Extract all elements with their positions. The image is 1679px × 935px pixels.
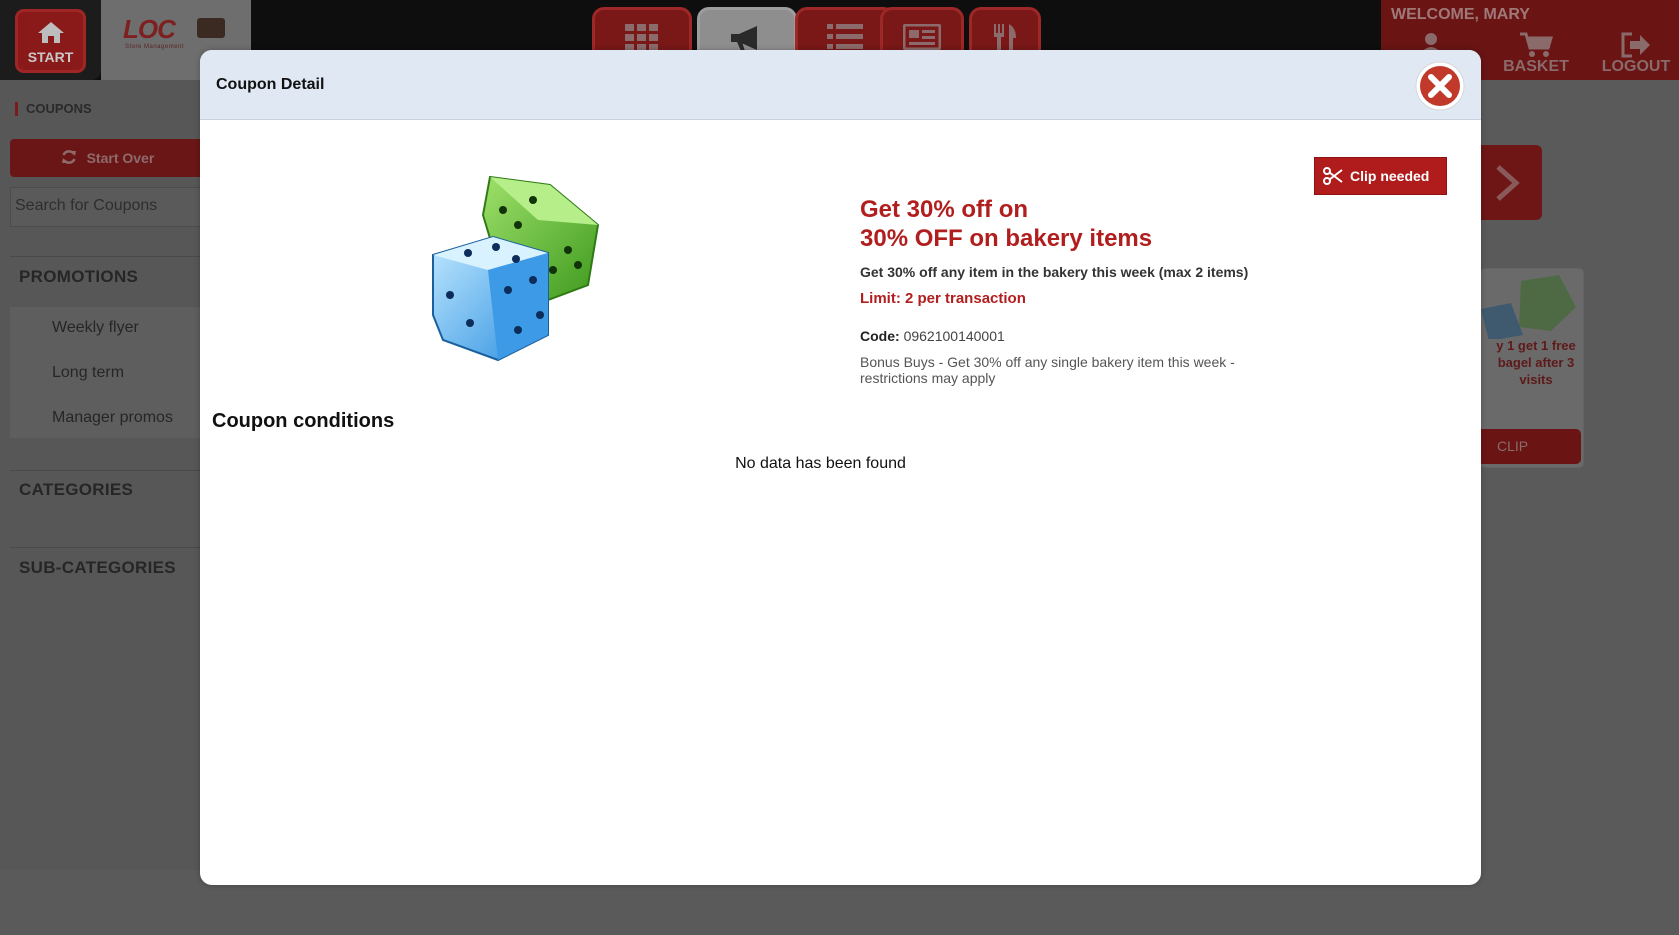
offer-title-line-2: 30% OFF on bakery items bbox=[860, 225, 1153, 252]
logout-icon bbox=[1621, 32, 1650, 58]
newspaper-icon bbox=[903, 24, 941, 50]
divider bbox=[10, 470, 205, 471]
divider bbox=[10, 547, 205, 548]
divider bbox=[10, 256, 205, 257]
no-data-text: No data has been found bbox=[735, 455, 906, 472]
search-input[interactable]: Search for Coupons bbox=[10, 187, 205, 227]
dice-icon bbox=[1481, 275, 1576, 339]
grid-icon bbox=[625, 24, 658, 50]
next-page-button[interactable] bbox=[1476, 145, 1542, 220]
offer-limit: Limit: 2 per transaction bbox=[860, 290, 1026, 307]
promotion-item-long-term[interactable]: Long term bbox=[52, 364, 124, 382]
modal-header: Coupon Detail bbox=[200, 50, 1481, 120]
start-over-label: Start Over bbox=[86, 150, 155, 166]
basket-button[interactable]: BASKET bbox=[1496, 32, 1576, 80]
offer-code-label: Code: bbox=[860, 328, 900, 344]
offer-code-value: 0962100140001 bbox=[903, 328, 1005, 344]
offer-note: Bonus Buys - Get 30% off any single bake… bbox=[860, 354, 1235, 386]
coupon-conditions-title: Coupon conditions bbox=[212, 410, 395, 432]
promotion-item-weekly-flyer[interactable]: Weekly flyer bbox=[52, 319, 139, 337]
logo-subtext: Store Management bbox=[125, 44, 185, 50]
close-icon[interactable] bbox=[1414, 60, 1466, 112]
start-button[interactable]: START bbox=[15, 9, 86, 73]
breadcrumb[interactable]: COUPONS bbox=[15, 102, 92, 116]
coupon-detail-modal: Coupon Detail Clip needed Get 30% off on… bbox=[200, 50, 1481, 885]
offer-code: Code: 0962100140001 bbox=[860, 328, 1280, 344]
logo-text: LOC bbox=[123, 14, 176, 44]
coupon-card[interactable]: y 1 get 1 free bagel after 3 visits CLIP bbox=[1480, 268, 1584, 468]
logo-mark bbox=[197, 18, 225, 38]
logout-label: LOGOUT bbox=[1601, 58, 1671, 75]
dice-icon bbox=[432, 175, 600, 362]
offer-description: Get 30% off any item in the bakery this … bbox=[860, 264, 1249, 280]
clip-needed-button[interactable]: Clip needed bbox=[1314, 157, 1447, 195]
home-icon bbox=[37, 22, 64, 43]
promotions-title[interactable]: PROMOTIONS bbox=[19, 267, 138, 287]
chevron-right-icon bbox=[1496, 165, 1520, 201]
promotion-item-manager-promos[interactable]: Manager promos bbox=[52, 409, 173, 427]
scissors-icon bbox=[1323, 167, 1343, 185]
start-over-button[interactable]: Start Over bbox=[10, 139, 205, 177]
categories-title[interactable]: CATEGORIES bbox=[19, 480, 133, 500]
coupon-card-clip-button[interactable]: CLIP bbox=[1481, 429, 1581, 464]
sidebar: COUPONS Start Over Search for Coupons PR… bbox=[0, 80, 205, 870]
coupon-card-text: y 1 get 1 free bagel after 3 visits bbox=[1496, 338, 1576, 387]
no-data-message: No data has been found bbox=[200, 455, 1481, 473]
modal-title: Coupon Detail bbox=[216, 76, 325, 93]
refresh-icon bbox=[61, 150, 76, 164]
offer-title: Get 30% off on 30% OFF on bakery items bbox=[860, 195, 1280, 253]
subcategories-title[interactable]: SUB-CATEGORIES bbox=[19, 558, 176, 578]
start-area: START bbox=[0, 0, 101, 80]
basket-label: BASKET bbox=[1503, 58, 1569, 75]
offer-details: Get 30% off on 30% OFF on bakery items G… bbox=[860, 195, 1280, 386]
welcome-text: WELCOME, MARY bbox=[1391, 6, 1530, 23]
megaphone-icon bbox=[731, 26, 757, 51]
offer-title-line-1: Get 30% off on bbox=[860, 196, 1029, 223]
list-icon bbox=[827, 24, 863, 49]
logout-button[interactable]: LOGOUT bbox=[1595, 32, 1677, 80]
clip-needed-label: Clip needed bbox=[1350, 168, 1430, 184]
start-label: START bbox=[27, 49, 74, 65]
cart-icon bbox=[1520, 32, 1553, 57]
